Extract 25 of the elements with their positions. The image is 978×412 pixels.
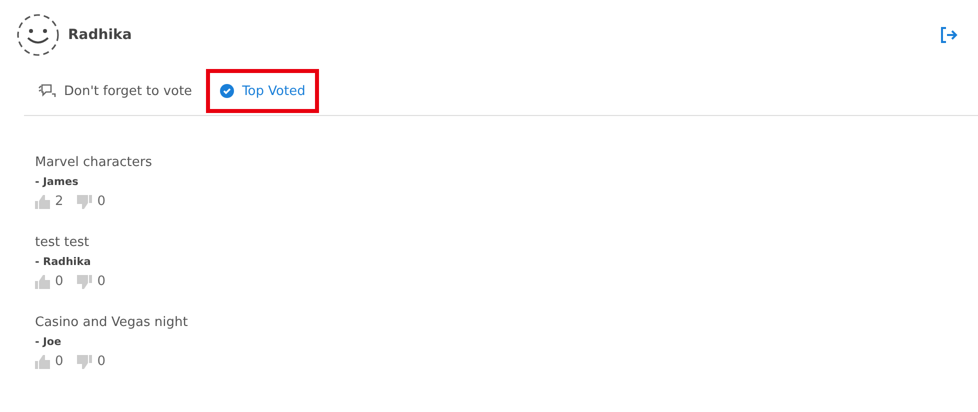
thumbs-up-icon[interactable] bbox=[35, 354, 50, 368]
post-title: test test bbox=[35, 235, 90, 250]
thumbs-up-icon[interactable] bbox=[35, 194, 50, 208]
thumbs-down-icon[interactable] bbox=[77, 354, 92, 368]
logout-icon[interactable] bbox=[940, 26, 958, 44]
tab[interactable]: Top Voted bbox=[206, 69, 320, 113]
avatar-icon bbox=[16, 13, 60, 57]
chat-icon bbox=[38, 83, 56, 99]
check-circle-icon bbox=[220, 84, 234, 98]
dislike-count: 0 bbox=[97, 194, 106, 209]
like-count: 0 bbox=[55, 354, 64, 369]
dislike-count: 0 bbox=[97, 354, 106, 369]
user-name: Radhika bbox=[68, 27, 132, 43]
thumbs-up-icon[interactable] bbox=[35, 274, 50, 288]
like-count: 2 bbox=[55, 194, 64, 209]
post-author: - Joe bbox=[35, 336, 62, 348]
post-author: - James bbox=[35, 176, 80, 188]
dislike-count: 0 bbox=[97, 274, 106, 289]
thumbs-down-icon[interactable] bbox=[77, 274, 92, 288]
post-title: Marvel characters bbox=[35, 155, 153, 170]
like-count: 0 bbox=[55, 274, 64, 289]
tab[interactable]: Don't forget to vote bbox=[34, 69, 206, 113]
post-title: Casino and Vegas night bbox=[35, 315, 189, 330]
post-author: - Radhika bbox=[35, 256, 92, 268]
thumbs-down-icon[interactable] bbox=[77, 194, 92, 208]
